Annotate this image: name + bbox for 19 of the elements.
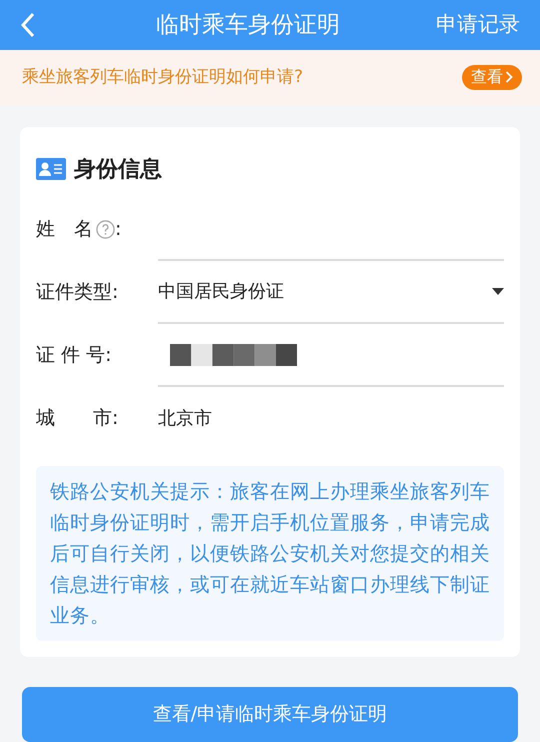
submit-button[interactable]: 查看/申请临时乘车身份证明: [22, 686, 518, 742]
colon: :: [115, 217, 122, 242]
view-button[interactable]: 查看: [462, 64, 522, 90]
field-label: 姓 名: [36, 217, 93, 242]
id-card-icon: [36, 158, 66, 180]
banner-text: 乘坐旅客列车临时身份证明如何申请?: [22, 66, 304, 89]
field-label: 证件类型:: [36, 280, 118, 306]
field-label: 城 市:: [36, 406, 118, 432]
id-type-select[interactable]: 中国居民身份证: [158, 278, 504, 306]
back-icon[interactable]: [20, 12, 36, 38]
chevron-icon: [505, 71, 513, 84]
masked-id-number[interactable]: [170, 344, 297, 366]
section-title: 身份信息: [74, 156, 162, 184]
page-title: 临时乘车身份证明: [156, 10, 340, 40]
dropdown-icon: [492, 288, 504, 296]
notice-text: 铁路公安机关提示：旅客在网上办理乘坐旅客列车临时身份证明时，需开启手机位置服务，申请完成后可自行关闭，以便铁路公安机关对您提交的相关信息进行审核，或可在就近车站窗口办理线下制证业务。: [36, 466, 504, 641]
records-link[interactable]: 申请记录: [436, 9, 520, 41]
field-label: 证 件 号:: [36, 343, 112, 368]
city-value[interactable]: 北京市: [158, 404, 212, 432]
